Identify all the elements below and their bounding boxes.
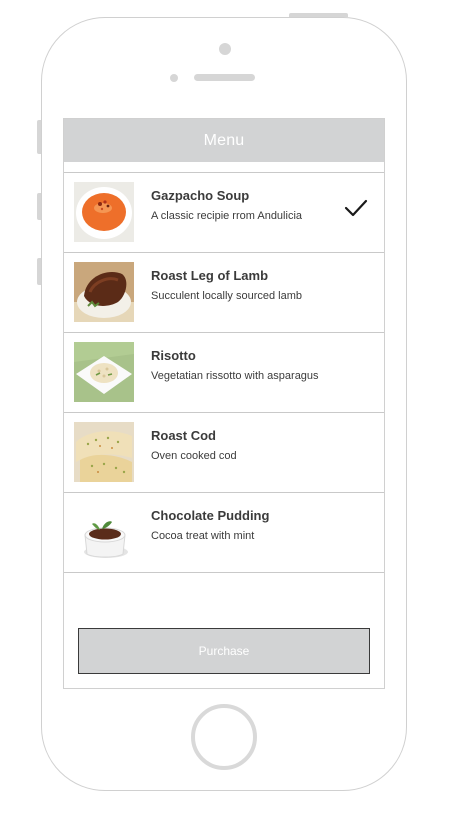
home-button[interactable] xyxy=(191,704,257,770)
item-subtitle: Succulent locally sourced lamb xyxy=(151,290,303,302)
canvas: Menu Gazpacho Soup A classic recipie rro… xyxy=(0,0,451,813)
front-camera xyxy=(219,43,231,55)
menu-item-roast-leg-of-lamb[interactable]: Roast Leg of Lamb Succulent locally sour… xyxy=(64,253,384,333)
purchase-button-label: Purchase xyxy=(198,644,250,658)
item-title: Chocolate Pudding xyxy=(151,508,270,523)
item-title: Risotto xyxy=(151,348,196,363)
roast-meat-icon xyxy=(74,262,134,322)
menu-list: Gazpacho Soup A classic recipie rrom And… xyxy=(64,172,384,573)
item-subtitle: A classic recipie rrom Andulicia xyxy=(151,210,303,222)
item-subtitle: Oven cooked cod xyxy=(151,450,237,462)
purchase-button[interactable]: Purchase xyxy=(78,628,370,674)
item-title: Roast Cod xyxy=(151,428,216,443)
fish-fillet-icon xyxy=(74,422,134,482)
checkmark-icon xyxy=(344,199,368,217)
item-title: Roast Leg of Lamb xyxy=(151,268,269,283)
pudding-ramekin-icon xyxy=(74,502,134,562)
nav-title: Menu xyxy=(203,131,245,149)
earpiece-speaker xyxy=(194,74,255,81)
proximity-sensor xyxy=(170,74,178,82)
soup-bowl-icon xyxy=(74,182,134,242)
menu-item-gazpacho-soup[interactable]: Gazpacho Soup A classic recipie rrom And… xyxy=(64,173,384,253)
item-title: Gazpacho Soup xyxy=(151,188,250,203)
item-subtitle: Vegetatian rissotto with asparagus xyxy=(151,370,319,382)
menu-item-risotto[interactable]: Risotto Vegetatian rissotto with asparag… xyxy=(64,333,384,413)
menu-item-roast-cod[interactable]: Roast Cod Oven cooked cod xyxy=(64,413,384,493)
nav-bar: Menu xyxy=(64,119,384,162)
app-screen: Menu Gazpacho Soup A classic recipie rro… xyxy=(63,118,385,689)
rice-plate-icon xyxy=(74,342,134,402)
item-subtitle: Cocoa treat with mint xyxy=(151,530,255,542)
menu-item-chocolate-pudding[interactable]: Chocolate Pudding Cocoa treat with mint xyxy=(64,493,384,573)
